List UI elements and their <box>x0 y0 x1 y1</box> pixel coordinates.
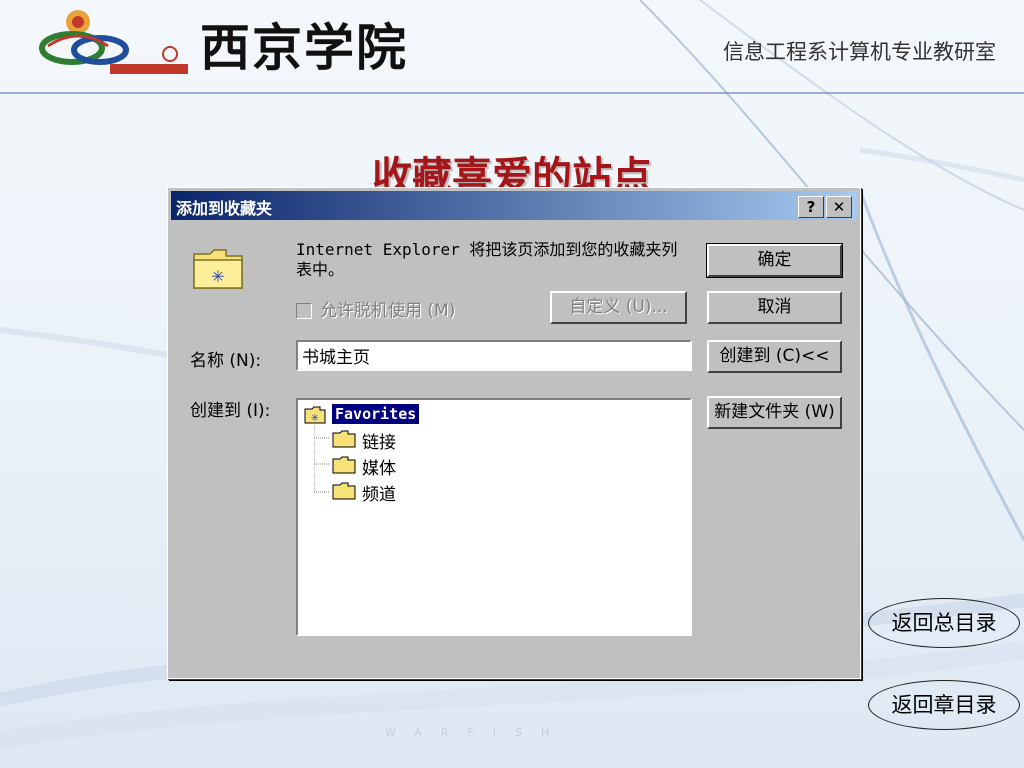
folder-icon <box>332 430 356 452</box>
offline-checkbox[interactable] <box>296 303 312 319</box>
svg-text:✳: ✳ <box>311 413 319 424</box>
tree-item-label: 链接 <box>362 433 396 453</box>
tree-item-label: 频道 <box>362 485 396 505</box>
folder-icon <box>332 456 356 478</box>
ok-button[interactable]: 确定 <box>706 243 843 278</box>
watermark-text: WARFISH <box>385 726 569 739</box>
folder-tree[interactable]: ✳ Favorites 链接 媒体 频道 <box>296 398 692 636</box>
department-name: 信息工程系计算机专业教研室 <box>723 40 996 64</box>
favorites-folder-icon: ✳ <box>192 246 244 290</box>
name-label: 名称 (N): <box>190 351 262 371</box>
dialog-title: 添加到收藏夹 <box>176 199 273 218</box>
close-button[interactable]: ✕ <box>826 196 852 218</box>
tree-item-label: 媒体 <box>362 459 396 479</box>
offline-checkbox-label: 允许脱机使用 (M) <box>320 301 456 321</box>
dialog-message: Internet Explorer 将把该页添加到您的收藏夹列表中。 <box>296 240 678 279</box>
create-in-button[interactable]: 创建到 (C)<< <box>707 340 842 373</box>
add-favorite-dialog: 添加到收藏夹 ? ✕ ✳ Internet Explorer 将把该页添加到您的… <box>167 187 861 679</box>
customize-button[interactable]: 自定义 (U)... <box>550 291 687 324</box>
back-to-main-toc-button[interactable]: 返回总目录 <box>868 598 1020 648</box>
cancel-button[interactable]: 取消 <box>707 291 842 324</box>
college-name: 西京学院 <box>200 18 408 77</box>
question-icon: ? <box>806 198 816 216</box>
close-icon: ✕ <box>832 198 846 216</box>
dialog-titlebar[interactable]: 添加到收藏夹 ? ✕ <box>171 191 857 220</box>
back-to-chapter-toc-button[interactable]: 返回章目录 <box>868 680 1020 730</box>
college-logo-icon <box>38 6 190 80</box>
folder-icon: ✳ <box>304 406 326 428</box>
new-folder-button[interactable]: 新建文件夹 (W) <box>707 396 842 429</box>
help-button[interactable]: ? <box>798 196 824 218</box>
folder-icon <box>332 482 356 504</box>
create-in-label: 创建到 (I): <box>190 401 271 421</box>
svg-text:✳: ✳ <box>211 267 224 286</box>
tree-root-label: Favorites <box>330 403 421 425</box>
header-divider <box>0 92 1024 94</box>
offline-checkbox-row[interactable]: 允许脱机使用 (M) <box>296 296 455 321</box>
name-input[interactable] <box>296 340 692 371</box>
